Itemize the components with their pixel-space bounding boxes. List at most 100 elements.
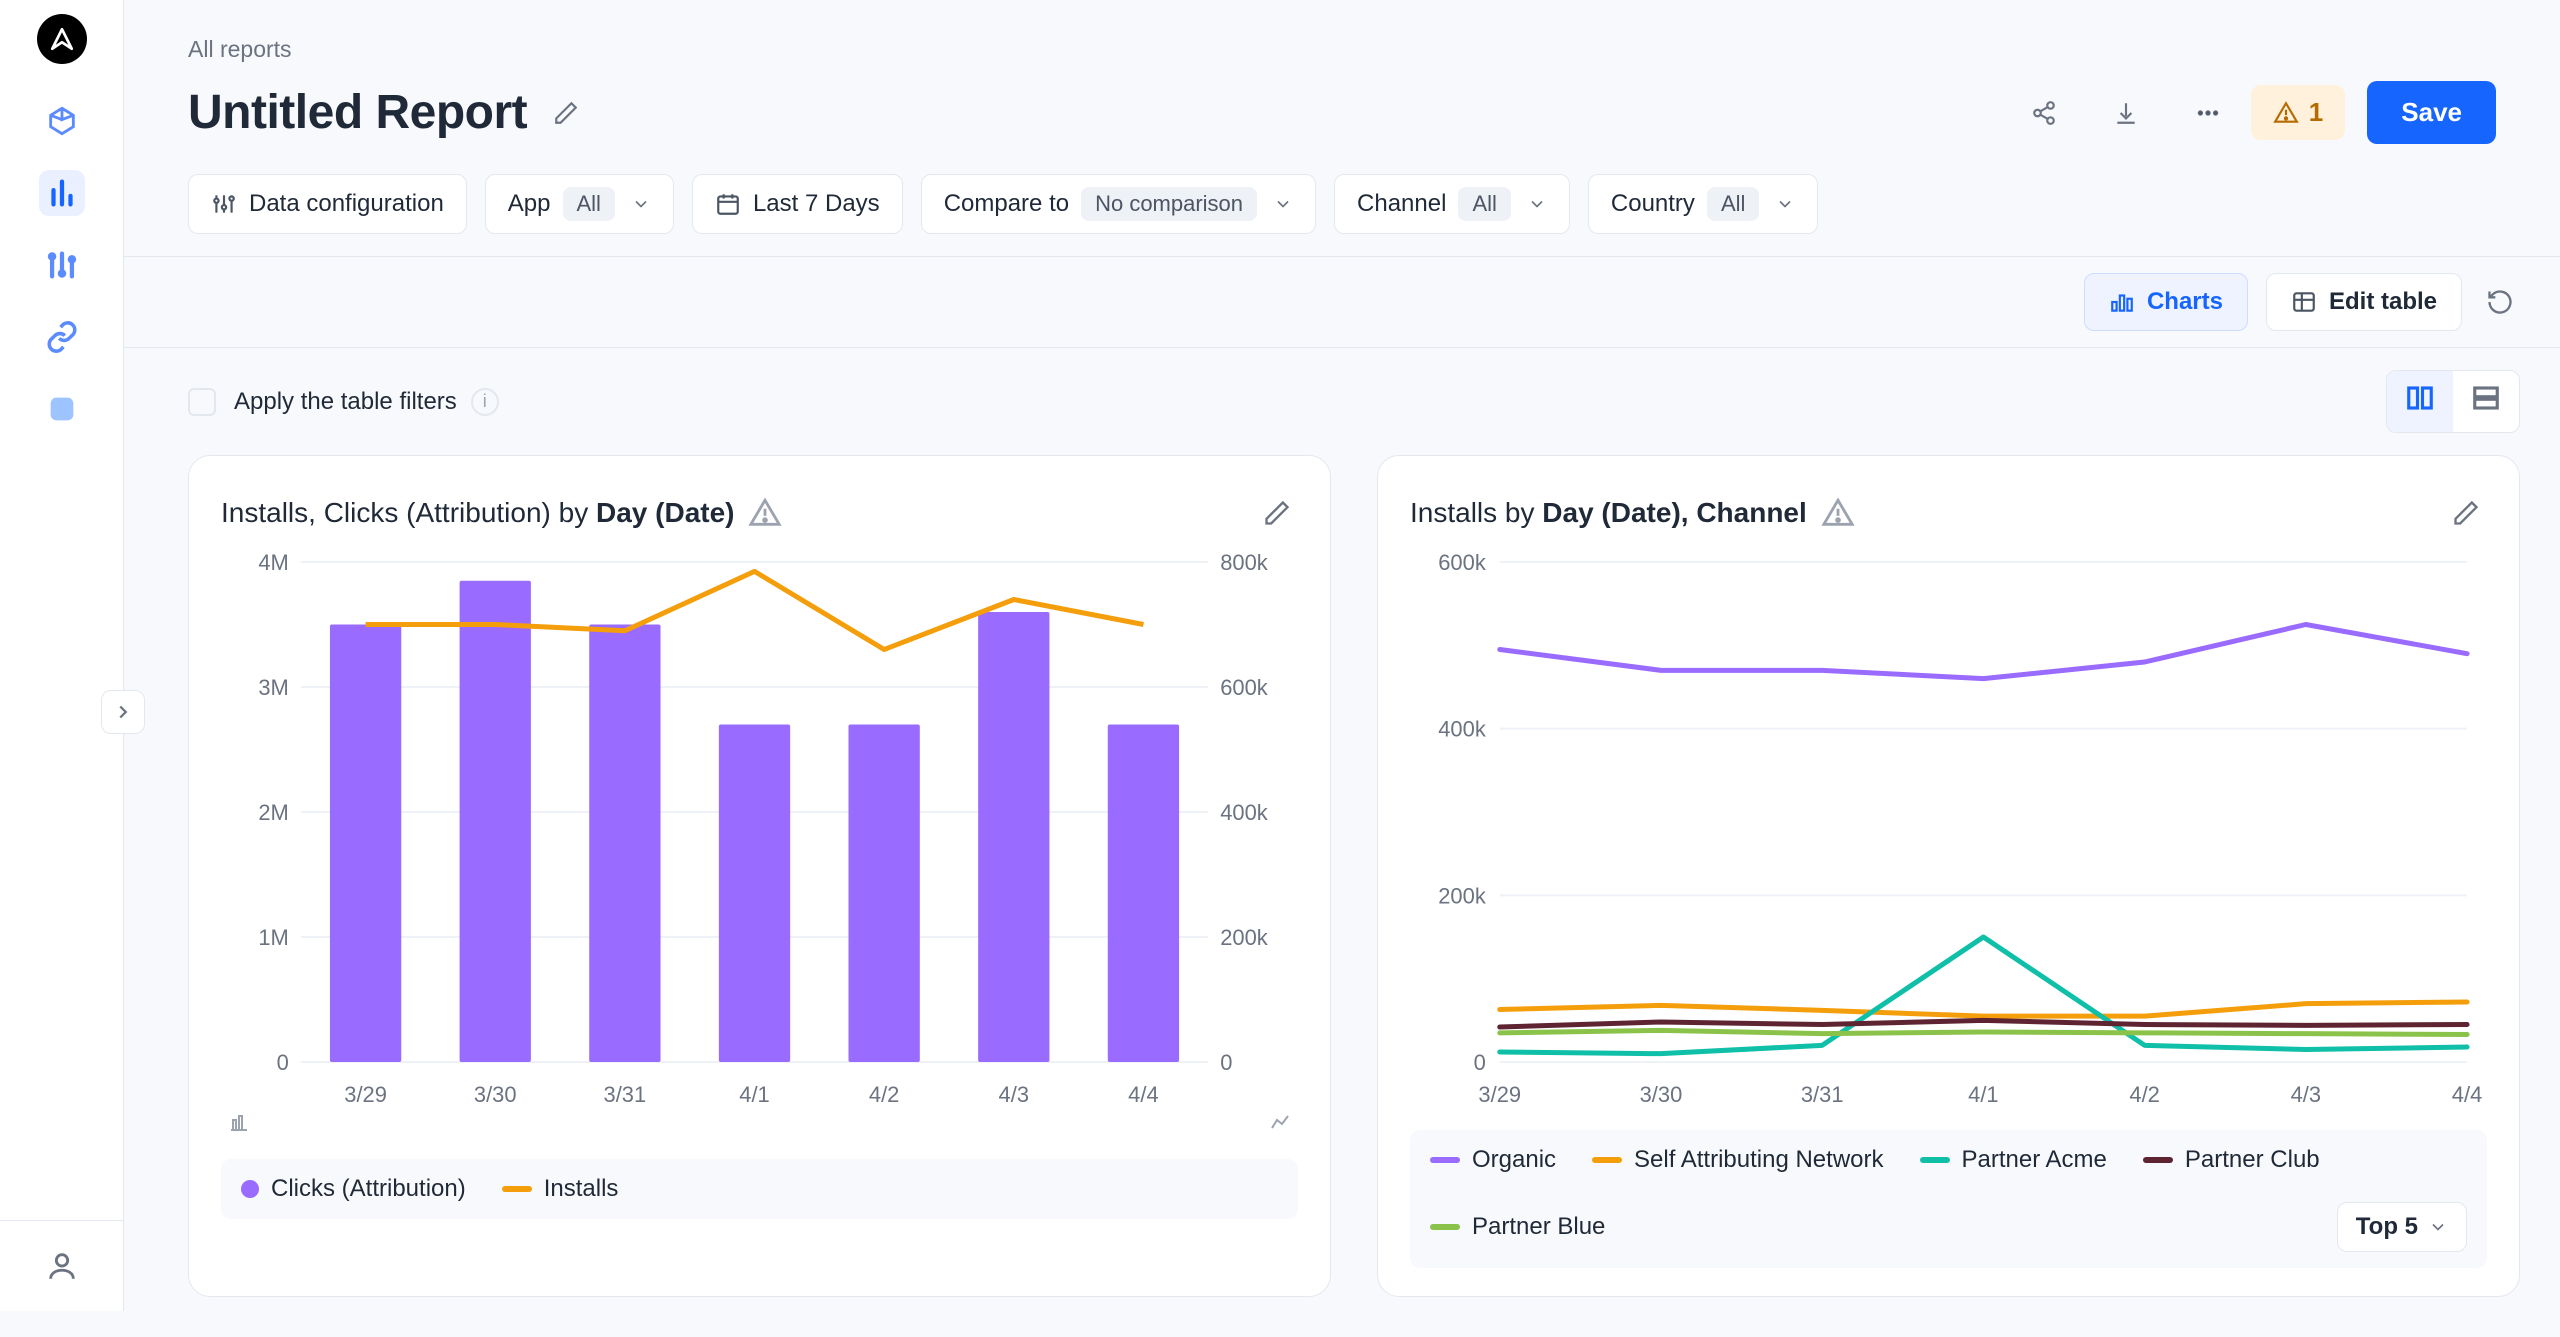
svg-text:4/3: 4/3	[2291, 1082, 2321, 1107]
legend-swatch	[502, 1186, 532, 1192]
edit-table-label: Edit table	[2329, 288, 2437, 316]
chevron-down-icon	[2428, 1217, 2448, 1237]
chart-right-warning-icon[interactable]	[1821, 496, 1855, 530]
date-range-label: Last 7 Days	[753, 190, 880, 218]
svg-text:4/4: 4/4	[1128, 1082, 1158, 1107]
layout-columns[interactable]	[2387, 371, 2453, 432]
svg-text:600k: 600k	[1220, 675, 1269, 700]
rename-button[interactable]	[545, 92, 587, 134]
legend-item[interactable]: Installs	[502, 1175, 619, 1203]
svg-text:200k: 200k	[1438, 883, 1487, 908]
svg-text:3M: 3M	[258, 675, 288, 700]
country-filter[interactable]: Country All	[1588, 174, 1819, 234]
legend-label: Partner Blue	[1472, 1213, 1605, 1241]
app-filter-label: App	[508, 190, 551, 218]
refresh-button[interactable]	[2480, 282, 2520, 322]
chart-layout-toggle	[2386, 370, 2520, 433]
nav-account[interactable]	[0, 1220, 123, 1311]
legend-label: Self Attributing Network	[1634, 1146, 1883, 1174]
nav-item-sliders[interactable]	[39, 242, 85, 288]
line-axis-icon	[1268, 1110, 1292, 1141]
share-button[interactable]	[2023, 92, 2065, 134]
nav-item-analytics[interactable]	[39, 170, 85, 216]
svg-text:1M: 1M	[258, 925, 288, 950]
legend-swatch	[1592, 1157, 1622, 1163]
legend-swatch	[1430, 1224, 1460, 1230]
nav-item-app[interactable]	[39, 386, 85, 432]
bar-axis-icon	[227, 1110, 251, 1141]
chart-left-plot: 01M2M3M4M0200k400k600k800k3/293/303/314/…	[221, 552, 1298, 1112]
edit-table-button[interactable]: Edit table	[2266, 273, 2462, 331]
svg-text:400k: 400k	[1220, 800, 1269, 825]
chart-left-warning-icon[interactable]	[748, 496, 782, 530]
legend-swatch	[1920, 1157, 1950, 1163]
legend-item[interactable]: Partner Club	[2143, 1146, 2320, 1174]
chart-right-title: Installs by Day (Date), Channel	[1410, 497, 1807, 529]
warnings-pill[interactable]: 1	[2251, 85, 2345, 140]
app-filter-value: All	[563, 187, 615, 221]
chart-options-row: Apply the table filters i	[124, 348, 2560, 455]
warnings-count: 1	[2309, 97, 2323, 128]
legend-item[interactable]: Self Attributing Network	[1592, 1146, 1883, 1174]
svg-text:3/29: 3/29	[1478, 1082, 1521, 1107]
nav-rail	[0, 0, 124, 1311]
download-button[interactable]	[2105, 92, 2147, 134]
chart-right-legend: Organic Self Attributing Network Partner A…	[1410, 1130, 2487, 1268]
svg-text:2M: 2M	[258, 800, 288, 825]
svg-text:4M: 4M	[258, 552, 288, 575]
chart-card-left: Installs, Clicks (Attribution) by Day (D…	[188, 455, 1331, 1297]
svg-text:3/31: 3/31	[604, 1082, 647, 1107]
country-label: Country	[1611, 190, 1695, 218]
legend-label: Installs	[544, 1175, 619, 1203]
legend-swatch	[2143, 1157, 2173, 1163]
compare-filter[interactable]: Compare to No comparison	[921, 174, 1316, 234]
channel-label: Channel	[1357, 190, 1446, 218]
data-configuration-button[interactable]: Data configuration	[188, 174, 467, 234]
legend-item[interactable]: Partner Acme	[1920, 1146, 2107, 1174]
layout-rows[interactable]	[2453, 371, 2519, 432]
legend-item[interactable]: Organic	[1430, 1146, 1556, 1174]
svg-text:400k: 400k	[1438, 717, 1487, 742]
chart-left-title: Installs, Clicks (Attribution) by Day (D…	[221, 497, 734, 529]
legend-item[interactable]: Clicks (Attribution)	[241, 1175, 466, 1203]
top-n-selector[interactable]: Top 5	[2337, 1202, 2467, 1252]
date-range-filter[interactable]: Last 7 Days	[692, 174, 903, 234]
more-button[interactable]	[2187, 92, 2229, 134]
chart-left-edit-button[interactable]	[1256, 492, 1298, 534]
breadcrumb[interactable]: All reports	[188, 36, 2496, 63]
charts-view-label: Charts	[2147, 288, 2223, 316]
app-filter[interactable]: App All	[485, 174, 674, 234]
rail-expand-button[interactable]	[101, 690, 145, 734]
channel-filter[interactable]: Channel All	[1334, 174, 1570, 234]
save-button[interactable]: Save	[2367, 81, 2496, 144]
brand-logo[interactable]	[37, 14, 87, 64]
apply-table-filters-checkbox[interactable]	[188, 388, 216, 416]
view-toolbar: Charts Edit table	[124, 257, 2560, 348]
channel-value: All	[1458, 187, 1510, 221]
svg-text:4/4: 4/4	[2452, 1082, 2482, 1107]
svg-text:200k: 200k	[1220, 925, 1269, 950]
svg-text:3/30: 3/30	[474, 1082, 517, 1107]
legend-item[interactable]: Partner Blue	[1430, 1213, 1605, 1241]
svg-text:4/2: 4/2	[869, 1082, 899, 1107]
svg-text:4/1: 4/1	[739, 1082, 769, 1107]
compare-label: Compare to	[944, 190, 1069, 218]
svg-text:4/1: 4/1	[1968, 1082, 1998, 1107]
charts-view-button[interactable]: Charts	[2084, 273, 2248, 331]
chart-right-plot: 0200k400k600k3/293/303/314/14/24/34/4	[1410, 552, 2487, 1112]
svg-text:0: 0	[1220, 1050, 1232, 1075]
legend-label: Clicks (Attribution)	[271, 1175, 466, 1203]
legend-swatch	[1430, 1157, 1460, 1163]
chart-left-legend: Clicks (Attribution) Installs	[221, 1159, 1298, 1219]
svg-text:3/31: 3/31	[1801, 1082, 1844, 1107]
nav-item-link[interactable]	[39, 314, 85, 360]
nav-item-cube[interactable]	[39, 98, 85, 144]
chart-card-right: Installs by Day (Date), Channel 0200k400…	[1377, 455, 2520, 1297]
svg-text:600k: 600k	[1438, 552, 1487, 575]
charts-row: Installs, Clicks (Attribution) by Day (D…	[124, 455, 2560, 1337]
data-configuration-label: Data configuration	[249, 190, 444, 218]
svg-text:3/30: 3/30	[1640, 1082, 1683, 1107]
chart-right-edit-button[interactable]	[2445, 492, 2487, 534]
svg-text:0: 0	[277, 1050, 289, 1075]
info-icon[interactable]: i	[471, 388, 499, 416]
